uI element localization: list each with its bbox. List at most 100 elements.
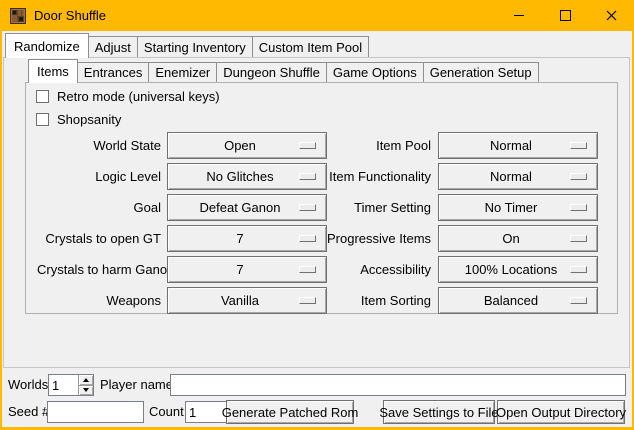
player-names-input[interactable] (170, 374, 626, 396)
logic-level-value: No Glitches (206, 169, 273, 184)
world-state-label: World State (37, 138, 161, 153)
progressive-items-value: On (502, 231, 519, 246)
generate-patched-rom-button[interactable]: Generate Patched Rom (226, 400, 354, 424)
dropdown-indicator-icon (299, 235, 316, 242)
crystals-gt-dropdown[interactable]: 7 (167, 225, 327, 252)
dropdown-indicator-icon (570, 235, 587, 242)
setting-crystals-ganon: Crystals to harm Ganon 7 (37, 256, 327, 283)
item-pool-dropdown[interactable]: Normal (438, 132, 598, 159)
tab-generation-setup[interactable]: Generation Setup (423, 62, 539, 82)
world-state-dropdown[interactable]: Open (167, 132, 327, 159)
arrow-down-icon (83, 388, 89, 392)
worlds-value: 1 (49, 375, 78, 395)
maximize-icon (560, 10, 571, 21)
crystals-gt-label: Crystals to open GT (37, 231, 161, 246)
tab-starting-inventory[interactable]: Starting Inventory (137, 36, 253, 57)
dropdown-indicator-icon (570, 142, 587, 149)
dropdown-indicator-icon (299, 142, 316, 149)
titlebar[interactable]: Door Shuffle (0, 0, 634, 31)
progressive-items-dropdown[interactable]: On (438, 225, 598, 252)
settings-column-left: World State Open Logic Level No Glitches… (37, 132, 327, 314)
tab-randomize[interactable]: Randomize (5, 33, 89, 58)
open-output-directory-button[interactable]: Open Output Directory (497, 400, 625, 424)
retro-mode-row: Retro mode (universal keys) (36, 88, 220, 104)
weapons-dropdown[interactable]: Vanilla (167, 287, 327, 314)
count-label: Count (149, 400, 184, 424)
accessibility-label: Accessibility (327, 262, 431, 277)
dropdown-indicator-icon (299, 204, 316, 211)
tab-game-options[interactable]: Game Options (326, 62, 424, 82)
item-functionality-label: Item Functionality (327, 169, 431, 184)
close-icon (606, 10, 617, 21)
crystals-ganon-dropdown[interactable]: 7 (167, 256, 327, 283)
item-functionality-value: Normal (490, 169, 532, 184)
weapons-label: Weapons (37, 293, 161, 308)
crystals-ganon-value: 7 (236, 262, 243, 277)
tab-enemizer[interactable]: Enemizer (148, 62, 217, 82)
tab-dungeon-shuffle[interactable]: Dungeon Shuffle (216, 62, 327, 82)
items-pane: Retro mode (universal keys) Shopsanity W… (25, 82, 618, 314)
crystals-ganon-label: Crystals to harm Ganon (37, 262, 161, 277)
worlds-spin-up-button[interactable] (79, 375, 93, 385)
setting-timer: Timer Setting No Timer (327, 194, 598, 221)
item-sorting-dropdown[interactable]: Balanced (438, 287, 598, 314)
client-area: Randomize Adjust Starting Inventory Cust… (2, 31, 632, 427)
worlds-spin-down-button[interactable] (79, 385, 93, 396)
setting-logic-level: Logic Level No Glitches (37, 163, 327, 190)
setting-item-sorting: Item Sorting Balanced (327, 287, 598, 314)
timer-setting-value: No Timer (485, 200, 538, 215)
window-controls (496, 0, 634, 31)
tab-custom-item-pool[interactable]: Custom Item Pool (252, 36, 369, 57)
goal-value: Defeat Ganon (200, 200, 281, 215)
item-functionality-dropdown[interactable]: Normal (438, 163, 598, 190)
dropdown-indicator-icon (299, 266, 316, 273)
shopsanity-label: Shopsanity (57, 112, 121, 127)
item-pool-value: Normal (490, 138, 532, 153)
minimize-button[interactable] (496, 0, 542, 31)
item-pool-label: Item Pool (327, 138, 431, 153)
timer-setting-dropdown[interactable]: No Timer (438, 194, 598, 221)
setting-crystals-gt: Crystals to open GT 7 (37, 225, 327, 252)
tab-items[interactable]: Items (28, 59, 78, 83)
arrow-up-icon (83, 378, 89, 382)
inner-tabbar: Items Entrances Enemizer Dungeon Shuffle… (28, 59, 538, 82)
close-button[interactable] (588, 0, 634, 31)
window: Door Shuffle Randomize Adjust Starting I… (0, 0, 634, 430)
setting-weapons: Weapons Vanilla (37, 287, 327, 314)
item-sorting-value: Balanced (484, 293, 538, 308)
item-sorting-label: Item Sorting (327, 293, 431, 308)
shopsanity-row: Shopsanity (36, 111, 121, 127)
accessibility-value: 100% Locations (465, 262, 558, 277)
goal-dropdown[interactable]: Defeat Ganon (167, 194, 327, 221)
save-settings-button[interactable]: Save Settings to File (383, 400, 495, 424)
window-title: Door Shuffle (34, 8, 106, 23)
retro-mode-label: Retro mode (universal keys) (57, 89, 220, 104)
seed-label: Seed # (8, 400, 49, 424)
maximize-button[interactable] (542, 0, 588, 31)
dropdown-indicator-icon (570, 204, 587, 211)
tab-adjust[interactable]: Adjust (88, 36, 138, 57)
setting-progressive-items: Progressive Items On (327, 225, 598, 252)
outer-tabbar: Randomize Adjust Starting Inventory Cust… (5, 33, 368, 57)
tab-entrances[interactable]: Entrances (77, 62, 150, 82)
dropdown-indicator-icon (570, 266, 587, 273)
dropdown-indicator-icon (570, 173, 587, 180)
seed-input[interactable] (47, 401, 144, 423)
logic-level-dropdown[interactable]: No Glitches (167, 163, 327, 190)
setting-accessibility: Accessibility 100% Locations (327, 256, 598, 283)
worlds-label: Worlds (8, 374, 48, 396)
setting-goal: Goal Defeat Ganon (37, 194, 327, 221)
timer-setting-label: Timer Setting (327, 200, 431, 215)
settings-column-right: Item Pool Normal Item Functionality Norm… (327, 132, 598, 314)
worlds-spinner[interactable]: 1 (48, 374, 94, 396)
accessibility-dropdown[interactable]: 100% Locations (438, 256, 598, 283)
goal-label: Goal (37, 200, 161, 215)
crystals-gt-value: 7 (236, 231, 243, 246)
progressive-items-label: Progressive Items (327, 231, 431, 246)
retro-mode-checkbox[interactable] (36, 90, 49, 103)
minimize-icon (514, 15, 524, 16)
dropdown-indicator-icon (299, 173, 316, 180)
door-app-icon (10, 8, 26, 24)
weapons-value: Vanilla (221, 293, 259, 308)
shopsanity-checkbox[interactable] (36, 113, 49, 126)
